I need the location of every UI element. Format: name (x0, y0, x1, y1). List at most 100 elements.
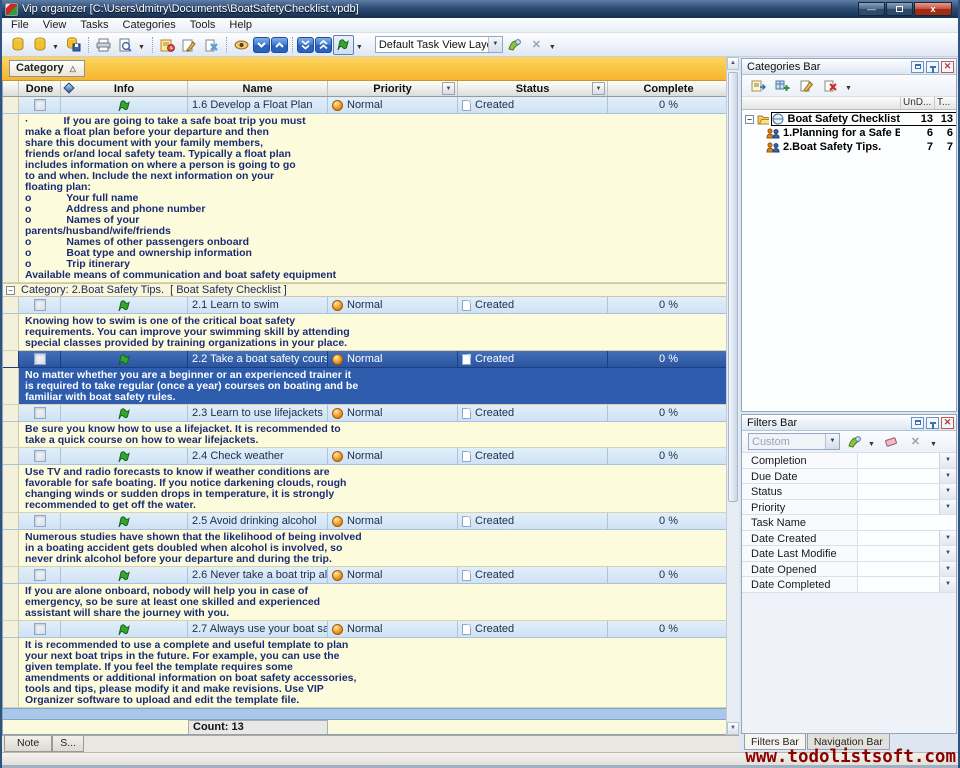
open-database-button[interactable] (29, 35, 50, 55)
menu-tasks[interactable]: Tasks (73, 19, 115, 31)
panel-restore-button[interactable] (911, 417, 924, 429)
toolbar-overflow[interactable]: ▼ (548, 38, 559, 51)
delete-category-button[interactable] (820, 76, 841, 96)
done-checkbox[interactable] (34, 623, 46, 635)
filter-value[interactable] (858, 515, 956, 530)
tree-item-category[interactable]: 2.Boat Safety Tips. 7 7 (742, 140, 956, 154)
filter-value[interactable] (858, 484, 939, 499)
done-checkbox[interactable] (34, 353, 46, 365)
panel-pin-button[interactable] (926, 417, 939, 429)
filter-value[interactable] (858, 500, 939, 515)
layout-combo-arrow[interactable]: ▼ (488, 37, 502, 52)
filter-dropdown-button[interactable]: ▼ (939, 500, 956, 515)
print-dropdown[interactable]: ▼ (137, 38, 148, 51)
tree-item-category[interactable]: 1.Planning for a Safe Boat T 6 6 (742, 126, 956, 140)
filter-value[interactable] (858, 453, 939, 468)
filter-value[interactable] (858, 562, 939, 577)
tab-s[interactable]: S... (52, 736, 84, 752)
column-header-name[interactable]: Name (188, 81, 328, 96)
delete-task-button[interactable] (201, 35, 222, 55)
layout-combo[interactable]: Default Task View Layout ▼ (375, 36, 503, 53)
panel-restore-button[interactable] (911, 61, 924, 73)
edit-category-button[interactable] (796, 76, 817, 96)
maximize-button[interactable] (886, 2, 913, 16)
new-database-button[interactable] (7, 35, 28, 55)
task-row[interactable]: 1.6 Develop a Float Plan Normal Created … (3, 97, 729, 114)
filter-dropdown-button[interactable]: ▼ (939, 469, 956, 484)
task-row[interactable]: 2.6 Never take a boat trip alone! Normal… (3, 567, 729, 584)
menu-file[interactable]: File (4, 19, 36, 31)
status-filter-button[interactable]: ▼ (592, 82, 605, 95)
new-task-button[interactable] (157, 35, 178, 55)
grid-vertical-scrollbar[interactable]: ▲ ▼ (726, 57, 739, 735)
task-row[interactable]: 2.4 Check weather Normal Created 0 % (3, 448, 729, 465)
filter-value[interactable] (858, 469, 939, 484)
scroll-down-button[interactable]: ▼ (727, 722, 739, 735)
column-header-priority[interactable]: Priority▼ (328, 81, 458, 96)
scrollbar-track[interactable] (727, 504, 739, 722)
task-row[interactable]: 2.3 Learn to use lifejackets Normal Crea… (3, 405, 729, 422)
collapse-group-icon[interactable]: − (6, 286, 15, 295)
column-header-total[interactable]: T... (934, 97, 956, 109)
scroll-up-button[interactable]: ▲ (727, 57, 739, 70)
open-database-dropdown[interactable]: ▼ (51, 38, 62, 51)
done-checkbox[interactable] (34, 569, 46, 581)
priority-filter-button[interactable]: ▼ (442, 82, 455, 95)
filter-preset-arrow[interactable]: ▼ (825, 434, 839, 449)
group-row[interactable]: − Category: 2.Boat Safety Tips. [ Boat S… (3, 283, 729, 297)
panel-close-button[interactable]: ✕ (941, 61, 954, 73)
filter-value[interactable] (858, 577, 939, 592)
menu-view[interactable]: View (36, 19, 74, 31)
show-notes-button[interactable] (231, 35, 252, 55)
collapse-tree-icon[interactable]: − (745, 115, 754, 124)
move-up-button[interactable] (271, 37, 288, 53)
close-button[interactable]: x (914, 2, 952, 16)
move-down-button[interactable] (253, 37, 270, 53)
filter-dropdown-button[interactable]: ▼ (939, 484, 956, 499)
group-by-category-button[interactable]: Category △ (9, 60, 85, 77)
filters-toolbar-overflow[interactable]: ▼ (929, 435, 940, 448)
filter-value[interactable] (858, 531, 939, 546)
column-header-undone[interactable]: UnD... (900, 97, 934, 109)
minimize-button[interactable]: — (858, 2, 885, 16)
filter-dropdown-button[interactable]: ▼ (939, 562, 956, 577)
save-layout-button[interactable] (504, 35, 525, 55)
panel-close-button[interactable]: ✕ (941, 417, 954, 429)
filter-dropdown-button[interactable]: ▼ (939, 531, 956, 546)
move-top-button[interactable] (315, 37, 332, 53)
new-category-button[interactable] (748, 76, 769, 96)
done-checkbox[interactable] (34, 450, 46, 462)
filter-dropdown-button[interactable]: ▼ (939, 577, 956, 592)
clear-filter-button[interactable] (881, 432, 902, 452)
delete-filter-button[interactable]: ✕ (905, 432, 926, 452)
done-checkbox[interactable] (34, 407, 46, 419)
scrollbar-thumb[interactable] (728, 72, 738, 502)
column-header-complete[interactable]: Complete (608, 81, 729, 96)
column-header-info[interactable]: Info (61, 81, 188, 96)
done-checkbox[interactable] (34, 99, 46, 111)
tree-item-root[interactable]: − Boat Safety Checklist 13 13 (742, 112, 956, 126)
edit-task-button[interactable] (179, 35, 200, 55)
save-filter-dropdown[interactable]: ▼ (867, 435, 878, 448)
done-checkbox[interactable] (34, 515, 46, 527)
print-button[interactable] (93, 35, 114, 55)
categories-toolbar-overflow[interactable]: ▼ (844, 79, 855, 92)
filter-dropdown-button[interactable]: ▼ (939, 453, 956, 468)
column-header-done[interactable]: Done (19, 81, 61, 96)
menu-categories[interactable]: Categories (116, 19, 183, 31)
tab-note[interactable]: Note (4, 736, 52, 752)
print-preview-button[interactable] (115, 35, 136, 55)
filter-value[interactable] (858, 546, 939, 561)
filter-preset-combo[interactable]: Custom ▼ (748, 433, 840, 450)
save-database-button[interactable] (63, 35, 84, 55)
toggle-notes-button[interactable] (333, 35, 354, 55)
notes-dropdown[interactable]: ▼ (355, 38, 366, 51)
task-row[interactable]: 2.5 Avoid drinking alcohol Normal Create… (3, 513, 729, 530)
panel-pin-button[interactable] (926, 61, 939, 73)
task-row-selected[interactable]: 2.2 Take a boat safety course. Normal Cr… (3, 351, 729, 368)
new-subcategory-button[interactable] (772, 76, 793, 96)
column-header-status[interactable]: Status▼ (458, 81, 608, 96)
save-filter-button[interactable] (843, 432, 864, 452)
menu-tools[interactable]: Tools (183, 19, 223, 31)
move-bottom-button[interactable] (297, 37, 314, 53)
